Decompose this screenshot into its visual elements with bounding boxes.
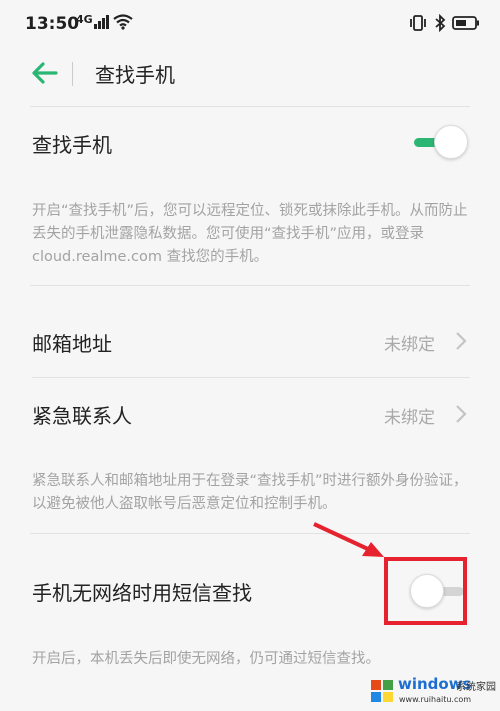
find-phone-label: 查找手机	[32, 133, 112, 157]
page-title: 查找手机	[95, 63, 175, 87]
battery-icon	[452, 16, 479, 30]
status-bar: 13:50 4G	[0, 0, 500, 46]
find-phone-toggle[interactable]	[412, 125, 468, 161]
emergency-contact-value: 未绑定	[384, 408, 435, 428]
divider	[30, 533, 470, 534]
bluetooth-icon	[435, 14, 446, 32]
top-app-bar: 查找手机	[0, 46, 500, 102]
toggle-knob	[434, 125, 468, 159]
wifi-icon	[113, 14, 133, 30]
divider	[30, 106, 470, 107]
status-time: 13:50	[25, 14, 80, 34]
emergency-description: 紧急联系人和邮箱地址用于在登录“查找手机”时进行额外身份验证，以避免被他人盗取帐…	[32, 473, 468, 512]
watermark-sub: 系统家园	[456, 682, 496, 693]
status-icons-right	[408, 14, 480, 32]
emergency-contact-label: 紧急联系人	[32, 404, 132, 428]
watermark: windows 系统家园 www.ruihaitu.com	[370, 675, 500, 711]
annotation-arrow-icon	[313, 522, 384, 557]
windows-logo-icon	[371, 680, 393, 702]
email-label: 邮箱地址	[32, 332, 112, 356]
email-value: 未绑定	[384, 335, 435, 355]
sms-find-label: 手机无网络时用短信查找	[32, 581, 252, 605]
chevron-right-icon	[456, 332, 467, 350]
network-type: 4G	[76, 13, 93, 26]
back-arrow-icon[interactable]	[30, 60, 60, 86]
vibrate-icon	[410, 15, 426, 31]
chevron-right-icon	[456, 405, 467, 423]
header-divider	[72, 62, 73, 86]
divider	[32, 377, 470, 378]
watermark-url: www.ruihaitu.com	[399, 695, 472, 704]
find-phone-description: 开启“查找手机”后，您可以远程定位、锁死或抹除此手机。从而防止丢失的手机泄露隐私…	[32, 203, 468, 265]
annotation-highlight-box	[384, 557, 467, 625]
signal-bars-icon	[94, 15, 109, 29]
divider	[30, 285, 470, 286]
sms-find-description: 开启后，本机丢失后即使无网络，仍可通过短信查找。	[32, 651, 380, 667]
